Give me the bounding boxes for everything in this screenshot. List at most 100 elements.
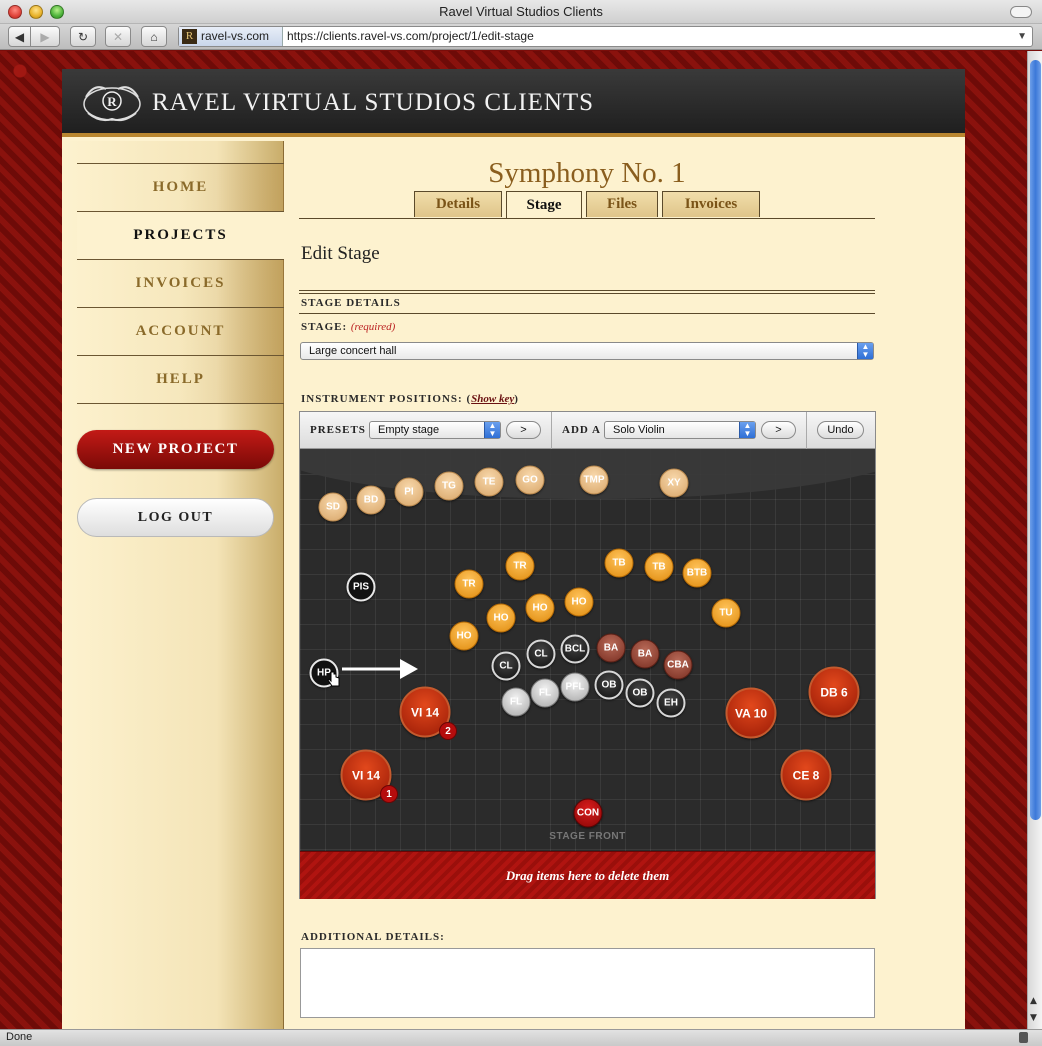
home-icon: ⌂ — [150, 29, 158, 44]
additional-details-textarea[interactable] — [300, 948, 875, 1018]
status-text: Done — [6, 1031, 33, 1043]
url-dropdown-icon[interactable]: ▼ — [1017, 27, 1027, 46]
instrument-token[interactable]: BA — [630, 639, 660, 669]
stage-label: STAGE: (required) — [301, 321, 395, 333]
instrument-token[interactable]: TMP — [579, 465, 609, 495]
instrument-token[interactable]: TB — [604, 548, 634, 578]
add-a-label: ADD A — [562, 424, 601, 436]
instrument-token[interactable]: OB — [625, 678, 655, 708]
site-label: ravel-vs.com — [201, 29, 270, 43]
browser-toolbar: ◀ ▶ ↻ ✕ ⌂ R ravel-vs.com https://clients… — [0, 24, 1042, 50]
forward-button[interactable]: ▶ — [30, 26, 60, 47]
stage-front-label: STAGE FRONT — [549, 831, 626, 842]
apply-preset-button[interactable]: > — [506, 421, 541, 439]
svg-text:R: R — [107, 94, 117, 109]
tab-invoices[interactable]: Invoices — [662, 191, 760, 217]
instrument-token[interactable]: GO — [515, 465, 545, 495]
instrument-token[interactable]: OB — [594, 670, 624, 700]
instrument-token[interactable]: TE — [474, 467, 504, 497]
select-arrows-icon: ▲ ▼ — [857, 343, 873, 359]
status-bar: Done — [0, 1029, 1042, 1046]
home-button[interactable]: ⌂ — [141, 26, 167, 47]
drag-arrow-icon — [342, 659, 418, 679]
reload-button[interactable]: ↻ — [70, 26, 96, 47]
instrument-token[interactable]: CL — [526, 639, 556, 669]
instrument-token[interactable]: TR — [505, 551, 535, 581]
instrument-token[interactable]: BA — [596, 633, 626, 663]
instrument-token[interactable]: VA 10 — [725, 687, 777, 739]
sidebar-item-invoices[interactable]: INVOICES — [77, 259, 284, 307]
scroll-up-icon[interactable]: ▲ — [1030, 996, 1037, 1006]
page-viewport: R RAVEL VIRTUAL STUDIOS CLIENTS HOME PRO… — [0, 51, 1027, 1029]
instrument-token[interactable]: TU — [711, 598, 741, 628]
section-heading: Edit Stage — [301, 243, 380, 264]
instrument-token[interactable]: CBA — [663, 650, 693, 680]
additional-details-label: ADDITIONAL DETAILS: — [301, 931, 445, 943]
rule-top-2 — [299, 293, 875, 294]
tab-details[interactable]: Details — [414, 191, 502, 217]
back-button[interactable]: ◀ — [8, 26, 31, 47]
add-instrument-select[interactable]: Solo Violin ▲ ▼ — [604, 421, 756, 439]
undo-button[interactable]: Undo — [817, 421, 864, 439]
tabs-underline — [299, 218, 875, 219]
scrollbar-thumb[interactable] — [1030, 60, 1041, 820]
presets-select-value: Empty stage — [378, 424, 440, 436]
instrument-token[interactable]: BCL — [560, 634, 590, 664]
instrument-token[interactable]: HO — [564, 587, 594, 617]
instrument-token[interactable]: CON — [573, 798, 603, 828]
toolbar-toggle-button[interactable] — [1010, 6, 1032, 18]
forward-arrow-icon: ▶ — [40, 29, 50, 44]
instrument-token[interactable]: PFL — [560, 672, 590, 702]
sidebar-item-help[interactable]: HELP — [77, 355, 284, 403]
instrument-token[interactable]: PI — [394, 477, 424, 507]
stop-icon: ✕ — [112, 29, 124, 44]
section-number-badge: 1 — [380, 785, 398, 803]
stage-select-value: Large concert hall — [309, 345, 397, 357]
stage-toolbar: PRESETS Empty stage ▲ ▼ > ADD A Solo Viol… — [300, 412, 875, 449]
instrument-token[interactable]: XY — [659, 468, 689, 498]
instrument-token[interactable]: BD — [356, 485, 386, 515]
instrument-token[interactable]: TR — [454, 569, 484, 599]
scroll-down-icon[interactable]: ▼ — [1030, 1013, 1037, 1023]
address-bar[interactable]: R ravel-vs.com https://clients.ravel-vs.… — [178, 26, 1033, 47]
url-text[interactable]: https://clients.ravel-vs.com/project/1/e… — [287, 27, 534, 46]
sidebar-item-projects[interactable]: PROJECTS — [77, 211, 284, 259]
hand-cursor-icon — [327, 671, 340, 687]
instrument-token[interactable]: SD — [318, 492, 348, 522]
instrument-token[interactable]: DB 6 — [808, 666, 860, 718]
show-key-link[interactable]: Show key — [471, 393, 514, 405]
page-title: Symphony No. 1 — [488, 157, 686, 189]
instrument-token[interactable]: BTB — [682, 558, 712, 588]
stop-button[interactable]: ✕ — [105, 26, 131, 47]
required-note: (required) — [350, 321, 396, 333]
instrument-positions-label: INSTRUMENT POSITIONS: (Show key) — [301, 393, 519, 405]
sidebar-item-home[interactable]: HOME — [77, 163, 284, 211]
toolbar-separator — [551, 412, 552, 449]
instrument-token[interactable]: TB — [644, 552, 674, 582]
select-arrows-icon: ▲ ▼ — [484, 422, 500, 438]
vertical-scrollbar[interactable]: ▲ ▼ — [1027, 51, 1042, 1029]
instrument-token[interactable]: TG — [434, 471, 464, 501]
instrument-token[interactable]: HO — [525, 593, 555, 623]
instrument-token[interactable]: FL — [501, 687, 531, 717]
instrument-token[interactable]: PIS — [346, 572, 376, 602]
instrument-token[interactable]: HO — [486, 603, 516, 633]
log-out-button[interactable]: LOG OUT — [77, 498, 274, 537]
instrument-token[interactable]: CL — [491, 651, 521, 681]
site-brand-title: RAVEL VIRTUAL STUDIOS CLIENTS — [152, 89, 595, 116]
instrument-token[interactable]: HO — [449, 621, 479, 651]
site-identity[interactable]: R ravel-vs.com — [179, 27, 283, 46]
tab-files[interactable]: Files — [586, 191, 658, 217]
instrument-token[interactable]: CE 8 — [780, 749, 832, 801]
presets-select[interactable]: Empty stage ▲ ▼ — [369, 421, 501, 439]
add-instrument-button[interactable]: > — [761, 421, 796, 439]
sidebar-item-account[interactable]: ACCOUNT — [77, 307, 284, 355]
stage-select[interactable]: Large concert hall ▲ ▼ — [300, 342, 874, 360]
delete-drop-zone[interactable]: Drag items here to delete them — [300, 851, 875, 899]
window-title: Ravel Virtual Studios Clients — [439, 4, 603, 19]
tab-stage[interactable]: Stage — [506, 191, 582, 218]
instrument-token[interactable]: FL — [530, 678, 560, 708]
new-project-button[interactable]: NEW PROJECT — [77, 430, 274, 469]
instrument-token[interactable]: EH — [656, 688, 686, 718]
stage-canvas[interactable]: SD BD PI TG TE GO TMP XY PIS TR TR TB TB BTB TU HO HO HO H… — [300, 449, 875, 851]
